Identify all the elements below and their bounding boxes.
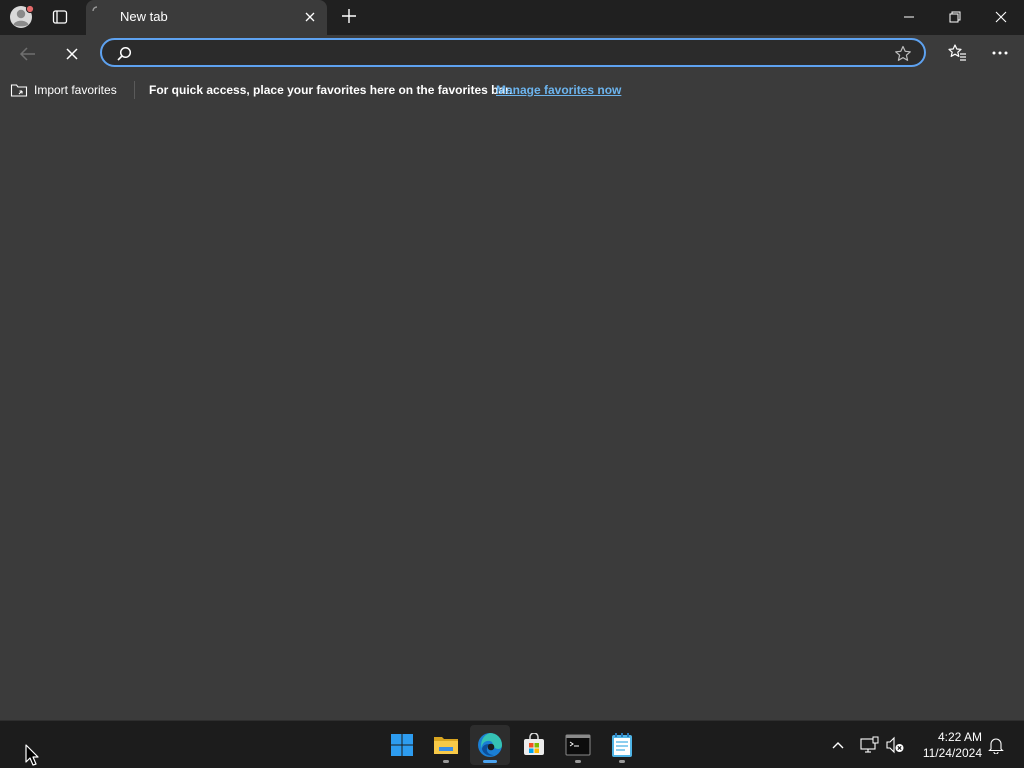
file-explorer-icon: [433, 734, 459, 756]
loading-icon: [92, 6, 102, 16]
search-icon: [116, 46, 132, 62]
taskbar-file-explorer[interactable]: [426, 725, 466, 765]
new-tab-button[interactable]: [338, 5, 360, 27]
notification-bell-icon[interactable]: [986, 735, 1006, 755]
import-favorites-button[interactable]: Import favorites: [10, 80, 117, 100]
terminal-icon: [565, 734, 591, 756]
back-button[interactable]: [14, 40, 42, 68]
close-window-button[interactable]: [978, 0, 1024, 33]
mouse-cursor-icon: [25, 744, 39, 766]
volume-muted-icon[interactable]: [885, 735, 905, 755]
favorites-bar: Import favorites For quick access, place…: [0, 77, 1024, 103]
favorites-divider: [134, 81, 135, 99]
address-input[interactable]: [142, 43, 886, 65]
favorites-button[interactable]: [944, 40, 970, 66]
start-icon: [390, 733, 414, 757]
running-indicator: [575, 760, 581, 763]
address-bar[interactable]: [100, 38, 926, 67]
add-favorite-star-icon[interactable]: [894, 45, 912, 63]
network-icon[interactable]: [859, 735, 879, 755]
taskbar-notepad[interactable]: [602, 725, 642, 765]
tab-new-tab[interactable]: New tab: [86, 0, 327, 35]
taskbar: 4:22 AM 11/24/2024: [0, 720, 1024, 768]
tab-actions-icon[interactable]: [46, 5, 74, 29]
settings-more-icon[interactable]: [987, 40, 1013, 66]
taskbar-terminal[interactable]: [558, 725, 598, 765]
running-indicator: [443, 760, 449, 763]
favorites-message: For quick access, place your favorites h…: [149, 83, 513, 97]
page-content: [0, 104, 1024, 720]
tab-title: New tab: [120, 9, 168, 24]
import-folder-icon: [10, 82, 28, 98]
restore-button[interactable]: [932, 0, 978, 33]
manage-favorites-link[interactable]: Manage favorites now: [496, 83, 621, 97]
toolbar: [0, 35, 1024, 73]
active-indicator: [483, 760, 497, 763]
title-bar: New tab: [0, 0, 1024, 35]
stop-loading-button[interactable]: [58, 40, 86, 68]
clock-date: 11/24/2024: [922, 746, 982, 760]
taskbar-store[interactable]: [514, 725, 554, 765]
store-icon: [522, 733, 546, 757]
close-tab-icon[interactable]: [302, 9, 318, 25]
profile-avatar[interactable]: [9, 4, 35, 30]
clock-time: 4:22 AM: [937, 730, 982, 744]
taskbar-edge[interactable]: [470, 725, 510, 765]
edge-icon: [477, 732, 503, 758]
start-button[interactable]: [382, 725, 422, 765]
notepad-icon: [611, 732, 633, 758]
show-hidden-icons-chevron-up-icon[interactable]: [828, 735, 848, 755]
import-favorites-label: Import favorites: [34, 83, 117, 97]
minimize-button[interactable]: [886, 0, 932, 33]
running-indicator: [619, 760, 625, 763]
clock[interactable]: 4:22 AM 11/24/2024: [912, 729, 982, 761]
